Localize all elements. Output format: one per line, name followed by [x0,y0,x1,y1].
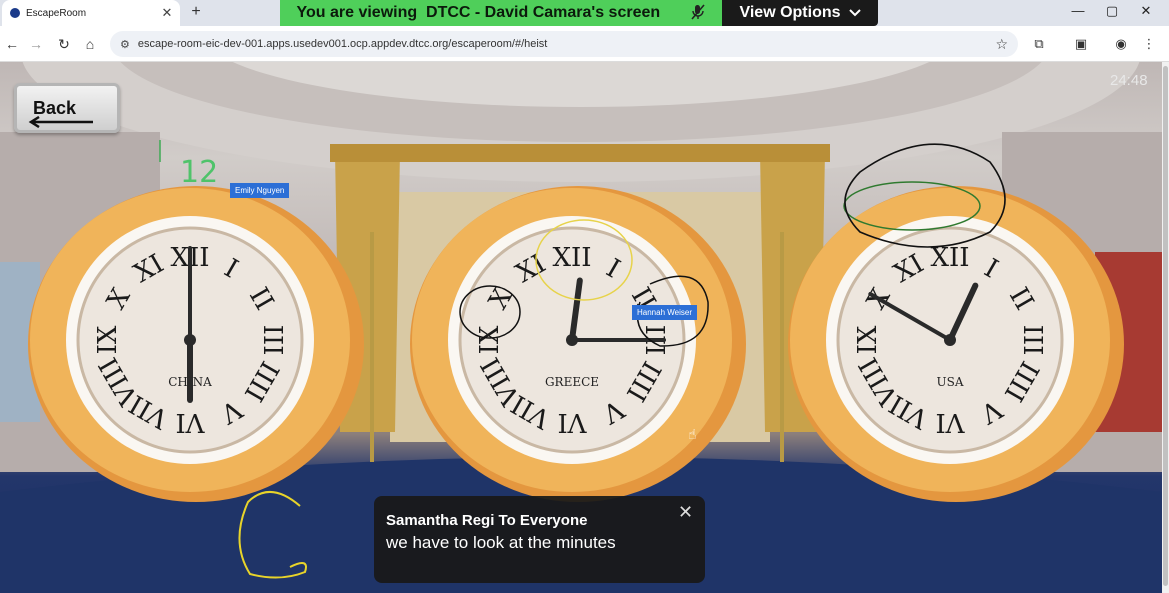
address-bar: ← → ↻ ⌂ ⚙ escape-room-eic-dev-001.apps.u… [0,26,1169,62]
screen-share-banner: You are viewing DTCC - David Camara's sc… [280,0,722,26]
favicon-icon [10,8,20,18]
profile-icon[interactable]: ◉ [1112,35,1130,53]
tab-title: EscapeRoom [26,7,87,19]
chevron-down-icon [848,6,861,20]
clock-numeral: XII [552,243,591,273]
clock-usa[interactable]: XIIIIIIIIIIIIVVIVIIVIIIIXXXIUSA [788,186,1124,502]
forward-nav-icon[interactable]: → [26,34,46,54]
chat-sender: Samantha Regi To Everyone [386,512,588,529]
clock-numeral: VI [935,407,965,437]
chat-notification[interactable]: Samantha Regi To Everyone we have to loo… [374,496,705,583]
hand-cursor-icon: ☝ [688,426,697,442]
clock-greece[interactable]: XII IIIIIIIIIIVVIVIIVIIIIXXXIGREECE [410,186,746,502]
close-window-icon[interactable]: ✕ [1128,0,1164,24]
menu-icon[interactable]: ⋮ [1140,35,1158,53]
url-text: escape-room-eic-dev-001.apps.usedev001.o… [137,38,548,50]
clock-numeral: VI [557,407,587,437]
clock-pivot [566,334,578,346]
clock-numeral: XII [930,243,969,273]
reload-icon[interactable]: ↻ [54,34,74,54]
home-icon[interactable]: ⌂ [80,34,100,54]
new-tab-button[interactable]: + [186,2,206,22]
clock-numeral: IX [93,325,123,354]
clock-numeral: IX [475,325,505,354]
browser-tab[interactable]: EscapeRoom ✕ [2,0,180,26]
view-options-button[interactable]: View Options [722,0,878,26]
clock-city-label: USA [937,375,964,389]
game-scene: Back 24:48 XIIIIIIIIIIIIVVIVIIVIIIIXXXIC… [0,62,1162,593]
media-controls-icon[interactable]: ▣ [1072,35,1090,53]
chat-message: we have to look at the minutes [386,533,616,552]
bookmark-star-icon[interactable]: ☆ [995,36,1008,53]
clock-numeral: IX [853,325,883,354]
clock-numeral: III [1017,325,1047,356]
minimize-icon[interactable]: — [1060,0,1096,24]
clock-numeral: VI [175,407,205,437]
url-field[interactable]: ⚙ escape-room-eic-dev-001.apps.usedev001… [110,31,1018,57]
extensions-icon[interactable]: ⧉ [1030,35,1048,53]
scrollbar[interactable] [1162,62,1169,593]
participant-tag: Hannah Weiser [632,305,697,320]
clock-numeral: III [257,325,287,356]
close-chat-icon[interactable]: ✕ [678,502,693,523]
clock-pivot [944,334,956,346]
clock-city-label: GREECE [545,375,599,389]
clock-pivot [184,334,196,346]
clock-china[interactable]: XIIIIIIIIIIIIVVIVIIVIIIIXXXICHINA [28,186,364,502]
close-tab-icon[interactable]: ✕ [158,5,176,21]
participant-tag: Emily Nguyen [230,183,290,198]
banner-text: You are viewing DTCC - David Camara's sc… [296,4,661,21]
view-options-label: View Options [739,4,841,21]
scrollbar-thumb[interactable] [1163,66,1168,586]
back-nav-icon[interactable]: ← [2,34,22,54]
site-info-icon[interactable]: ⚙ [120,38,130,51]
maximize-icon[interactable]: ▢ [1094,0,1130,24]
